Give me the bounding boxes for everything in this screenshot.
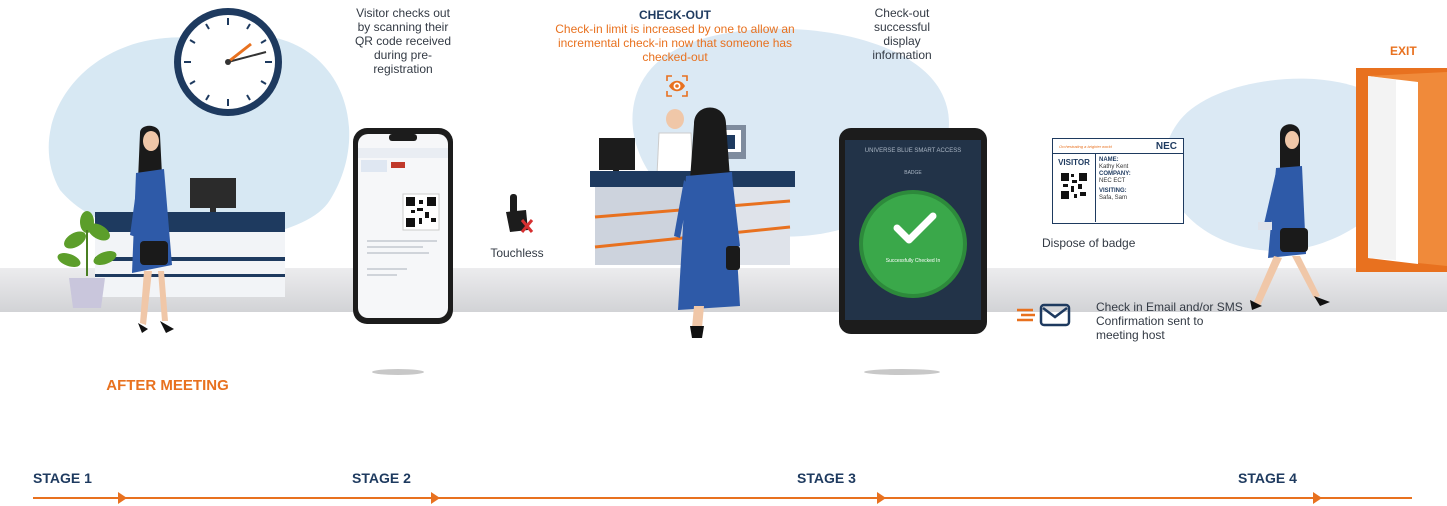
badge-left-panel: VISITOR [1053, 154, 1096, 222]
exit-label: EXIT [1390, 44, 1417, 58]
plant-icon [57, 211, 117, 308]
tablet-screen: UNIVERSE BLUE SMART ACCESS BADGE Success… [845, 140, 981, 320]
tablet-header: UNIVERSE BLUE SMART ACCESS [864, 148, 962, 154]
badge-company-label: COMPANY: [1099, 171, 1131, 177]
badge-name-label: NAME: [1099, 157, 1119, 163]
stage-2-label: STAGE 2 [352, 470, 411, 486]
badge-visiting-value: Safa, Sam [1099, 195, 1128, 201]
stage3-arrow [877, 492, 886, 504]
badge-icon: Orchestrating a brighter world NEC VISIT… [1052, 138, 1184, 224]
visitor-figure-stage1 [130, 125, 174, 333]
exit-door-icon [1356, 68, 1447, 272]
success-description: Check-out successful display information [872, 6, 932, 62]
email-icon [1017, 303, 1071, 327]
email-confirmation-text: Check in Email and/or SMS Confirmation s… [1096, 300, 1243, 342]
stage-timeline [33, 492, 1412, 504]
badge-company-value: NEC ECT [1099, 178, 1126, 184]
badge-details: NAME: Kathy Kent COMPANY: NEC ECT VISITI… [1099, 157, 1131, 202]
after-meeting-label: AFTER MEETING [106, 377, 229, 394]
stage-1-label: STAGE 1 [33, 470, 92, 486]
eye-scan-icon [666, 75, 688, 97]
badge-visiting-label: VISITING: [1099, 188, 1127, 194]
checkmark-icon [893, 212, 937, 244]
checkout-title: CHECK-OUT [639, 8, 711, 22]
phone-icon [353, 128, 453, 324]
badge-name-value: Kathy Kent [1099, 164, 1129, 170]
visitor-figure-stage3 [674, 107, 740, 338]
tablet-subheader: BADGE [904, 170, 922, 176]
touchless-label: Touchless [490, 246, 544, 260]
dispose-badge-label: Dispose of badge [1042, 236, 1136, 250]
stage4-arrow [1313, 492, 1322, 504]
stage2-arrow [431, 492, 440, 504]
badge-visitor-label: VISITOR [1058, 158, 1090, 167]
stage-3-label: STAGE 3 [797, 470, 856, 486]
touchless-icon [506, 194, 534, 233]
badge-brand: NEC [1155, 140, 1177, 152]
clock-icon [174, 8, 282, 116]
badge-header: Orchestrating a brighter world NEC [1053, 139, 1183, 154]
success-circle: Successfully Checked In [859, 190, 967, 298]
tablet-icon: UNIVERSE BLUE SMART ACCESS BADGE Success… [839, 128, 987, 334]
stage1-arrow [118, 492, 127, 504]
visitor-figure-stage4 [1250, 124, 1330, 310]
stage-4-label: STAGE 4 [1238, 470, 1297, 486]
checkout-description: Check-in limit is increased by one to al… [555, 22, 795, 64]
scan-instruction-text: Visitor checks out by scanning their QR … [354, 6, 452, 76]
badge-tagline: Orchestrating a brighter world [1059, 143, 1112, 149]
badge-qr-icon [1060, 172, 1088, 200]
success-status: Successfully Checked In [885, 258, 941, 264]
